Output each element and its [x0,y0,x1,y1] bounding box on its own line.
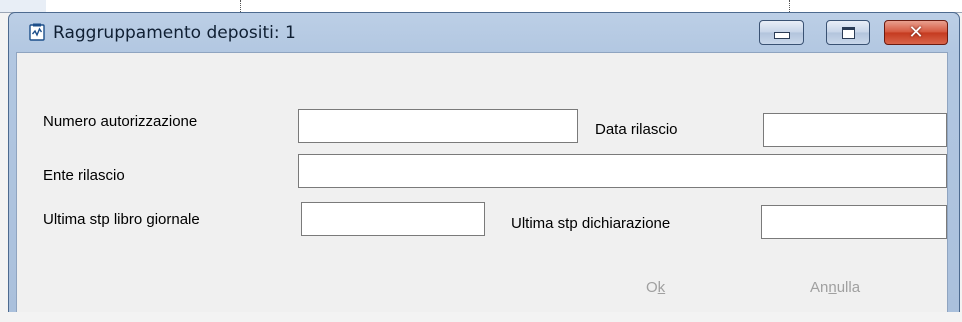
annulla-button-label: An [810,279,829,296]
ultima-stp-libro-giornale-input[interactable] [301,202,485,236]
background-selection [0,0,46,12]
ente-rilascio-input[interactable] [298,154,947,188]
numero-autorizzazione-label: Numero autorizzazione [43,113,198,130]
background-bottom-strip [0,312,962,322]
close-icon: ✕ [908,21,924,43]
dialog-client-area: Numero autorizzazione Data rilascio Ente… [16,52,948,315]
title-bar[interactable]: Raggruppamento depositi: 1 ✕ [9,13,959,51]
close-button[interactable]: ✕ [884,20,948,45]
ok-button[interactable]: Ok [646,279,665,296]
annulla-button-label-rest: ulla [836,279,861,296]
ente-rilascio-label: Ente rilascio [43,167,125,184]
dialog-window: Raggruppamento depositi: 1 ✕ Numero auto… [8,12,960,320]
minimize-button[interactable] [759,20,804,45]
numero-autorizzazione-input[interactable] [298,109,578,143]
background-grid-divider [789,0,790,12]
annulla-button[interactable]: Annulla [810,279,860,296]
window-title: Raggruppamento depositi: 1 [53,23,296,43]
document-app-icon [29,23,45,41]
ultima-stp-dichiarazione-input[interactable] [761,205,947,239]
annulla-button-mnemonic: n [828,279,837,296]
maximize-button[interactable] [826,20,870,45]
ok-button-mnemonic: k [657,279,666,296]
maximize-icon [841,26,855,39]
data-rilascio-label: Data rilascio [595,121,678,138]
minimize-icon [773,32,790,39]
data-rilascio-input[interactable] [763,113,947,147]
background-grid-divider [240,0,241,12]
ultima-stp-libro-giornale-label: Ultima stp libro giornale [43,211,200,228]
ok-button-label: O [646,279,658,296]
ultima-stp-dichiarazione-label: Ultima stp dichiarazione [511,215,671,232]
